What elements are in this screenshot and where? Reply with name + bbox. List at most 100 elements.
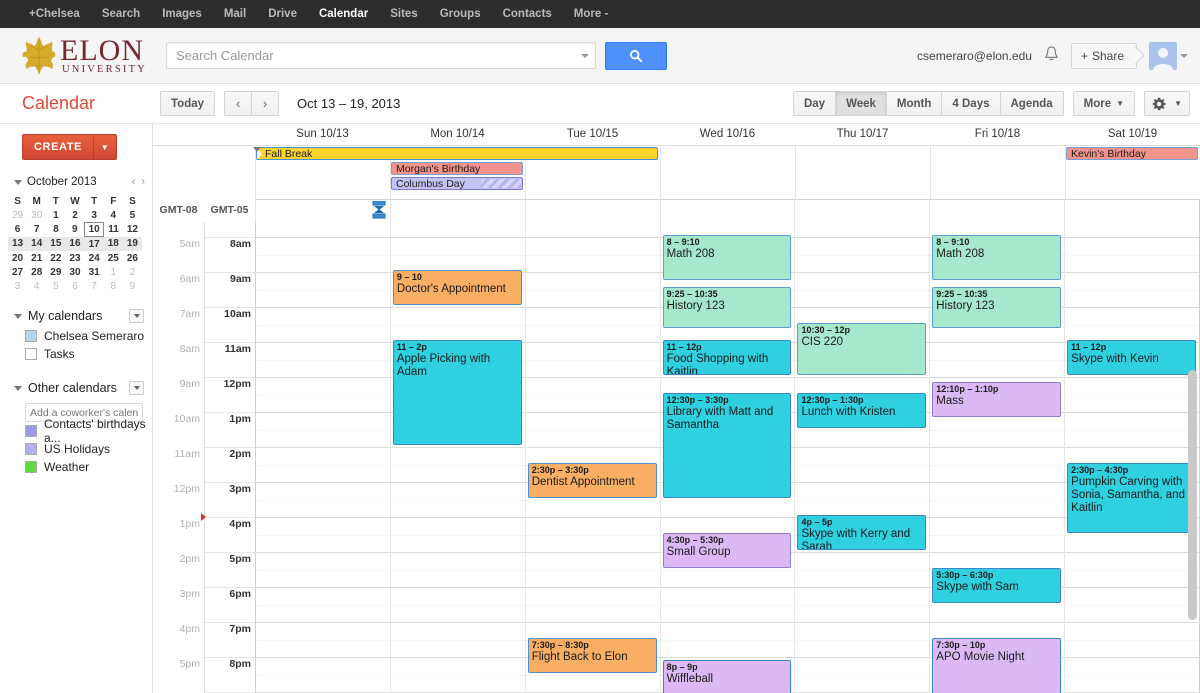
mini-cal-day[interactable]: 2 [123, 265, 142, 279]
mini-cal-day[interactable]: 6 [8, 223, 27, 237]
mini-cal-day[interactable]: 7 [27, 223, 46, 237]
mini-cal-day[interactable]: 6 [65, 279, 84, 293]
gnav-item-mail[interactable]: Mail [213, 0, 257, 28]
share-button[interactable]: + Share [1070, 43, 1145, 69]
mini-cal-day[interactable]: 13 [8, 236, 28, 251]
mini-cal-day[interactable]: 3 [85, 208, 104, 223]
calendar-event[interactable]: 2:30p – 3:30p Dentist Appointment [527, 463, 657, 498]
all-day-event[interactable]: Kevin's Birthday [1066, 147, 1198, 160]
search-button[interactable] [605, 41, 667, 70]
mini-cal-day[interactable]: 29 [8, 208, 27, 223]
calendar-event[interactable]: 12:30p – 1:30p Lunch with Kristen [797, 393, 927, 428]
all-day-event[interactable]: Morgan's Birthday [391, 162, 523, 175]
gnav-item-images[interactable]: Images [151, 0, 213, 28]
mini-cal-day[interactable]: 21 [27, 251, 46, 265]
mini-cal-day[interactable]: 29 [46, 265, 65, 279]
avatar[interactable] [1149, 42, 1177, 70]
gnav-item-search[interactable]: Search [91, 0, 151, 28]
all-day-resize-handle[interactable] [372, 200, 386, 219]
mini-cal-day[interactable]: 23 [65, 251, 84, 265]
calendar-color-swatch[interactable] [25, 425, 37, 437]
next-week-button[interactable]: › [251, 91, 280, 116]
gnav-item-contacts[interactable]: Contacts [492, 0, 563, 28]
avatar-caret-icon[interactable] [1180, 54, 1188, 58]
view-button-week[interactable]: Week [835, 91, 887, 116]
prev-week-button[interactable]: ‹ [224, 91, 253, 116]
calendar-event[interactable]: 4p – 5p Skype with Kerry and Sarah [797, 515, 927, 550]
calendar-event[interactable]: 11 – 12p Food Shopping with Kaitlin [662, 340, 792, 375]
calendar-event[interactable]: 11 – 12p Skype with Kevin [1067, 340, 1197, 375]
vertical-scrollbar[interactable] [1188, 370, 1197, 620]
calendar-color-swatch[interactable] [25, 443, 37, 455]
mini-cal-day[interactable]: 30 [65, 265, 84, 279]
day-column-0[interactable] [255, 222, 390, 693]
other-calendar-contacts-birthdays-a[interactable]: Contacts' birthdays a... [0, 417, 152, 445]
view-button-agenda[interactable]: Agenda [999, 91, 1064, 116]
mini-cal-day[interactable]: 8 [104, 279, 123, 293]
gnav-item-chelsea[interactable]: +Chelsea [18, 0, 91, 28]
mini-cal-day[interactable]: 20 [8, 251, 27, 265]
settings-button[interactable]: ▼ [1144, 91, 1190, 116]
all-day-collapse-icon[interactable] [253, 147, 261, 152]
search-box[interactable] [166, 42, 596, 69]
my-calendar-chelsea-semeraro[interactable]: Chelsea Semeraro [0, 327, 152, 345]
more-views-button[interactable]: More ▼ [1072, 91, 1136, 116]
gnav-item-drive[interactable]: Drive [257, 0, 308, 28]
day-header-3[interactable]: Wed 10/16 [660, 124, 795, 145]
mini-cal-day[interactable]: 11 [104, 223, 123, 237]
my-calendars-options-button[interactable] [129, 309, 144, 323]
day-header-1[interactable]: Mon 10/14 [390, 124, 525, 145]
mini-cal-day[interactable]: 22 [46, 251, 65, 265]
calendar-event[interactable]: 9 – 10 Doctor's Appointment [392, 270, 522, 305]
mini-cal-day[interactable]: 30 [27, 208, 46, 223]
mini-cal-day[interactable]: 3 [8, 279, 27, 293]
calendar-event[interactable]: 7:30p – 8:30p Flight Back to Elon [527, 638, 657, 673]
gnav-item-groups[interactable]: Groups [429, 0, 492, 28]
mini-cal-day[interactable]: 25 [104, 251, 123, 265]
calendar-event[interactable]: 11 – 2p Apple Picking with Adam [392, 340, 522, 445]
calendar-event[interactable]: 2:30p – 4:30p Pumpkin Carving with Sonia,… [1067, 463, 1197, 533]
view-button-4days[interactable]: 4 Days [941, 91, 1001, 116]
create-event-button[interactable]: CREATE ▼ [22, 134, 117, 160]
mini-cal-day[interactable]: 28 [27, 265, 46, 279]
search-options-caret-icon[interactable] [581, 53, 589, 58]
calendar-event[interactable]: 12:30p – 3:30p Library with Matt and Sama… [662, 393, 792, 498]
mini-cal-day[interactable]: 5 [123, 208, 142, 223]
mini-calendar-next[interactable]: › [138, 176, 148, 188]
calendar-event[interactable]: 8 – 9:10 Math 208 [932, 235, 1062, 280]
avatar-menu[interactable] [1149, 42, 1188, 70]
day-column-4[interactable]: 10:30 – 12p CIS 220 12:30p – 1:30p Lunch wi… [794, 222, 930, 693]
create-caret-icon[interactable]: ▼ [94, 143, 116, 152]
mini-cal-day[interactable]: 16 [65, 236, 85, 251]
account-email[interactable]: csemeraro@elon.edu [917, 49, 1032, 63]
my-calendars-collapse-icon[interactable] [14, 313, 22, 319]
all-day-event[interactable]: Fall Break [256, 147, 658, 160]
mini-cal-day[interactable]: 24 [85, 251, 104, 265]
mini-cal-day[interactable]: 19 [122, 236, 142, 251]
view-button-month[interactable]: Month [885, 91, 943, 116]
other-calendar-weather[interactable]: Weather [0, 458, 152, 476]
day-column-5[interactable]: 8 – 9:10 Math 208 9:25 – 10:35 History 123 1… [929, 222, 1065, 693]
mini-cal-day[interactable]: 10 [84, 222, 105, 237]
mini-cal-day[interactable]: 8 [46, 223, 65, 237]
mini-cal-day[interactable]: 31 [85, 265, 104, 279]
search-input[interactable] [176, 48, 581, 63]
day-header-5[interactable]: Fri 10/18 [930, 124, 1065, 145]
time-grid-scroll-area[interactable]: 5am 6am 7am 8am 9am 10am 11am 12pm 1pm 2pm 3pm 4pm 5… [153, 222, 1200, 693]
all-day-column-4[interactable] [795, 146, 930, 200]
calendar-event[interactable]: 8p – 9p Wiffleball [662, 660, 792, 693]
other-calendars-collapse-icon[interactable] [14, 385, 22, 391]
day-header-4[interactable]: Thu 10/17 [795, 124, 930, 145]
my-calendar-tasks[interactable]: Tasks [0, 345, 152, 363]
day-column-2[interactable]: 2:30p – 3:30p Dentist Appointment 7:30p – … [524, 222, 660, 693]
calendar-event[interactable]: 9:25 – 10:35 History 123 [662, 287, 792, 328]
calendar-color-swatch[interactable] [25, 330, 37, 342]
mini-cal-day[interactable]: 14 [27, 236, 47, 251]
view-button-day[interactable]: Day [792, 91, 837, 116]
mini-calendar-prev[interactable]: ‹ [129, 176, 139, 188]
mini-cal-day[interactable]: 9 [65, 223, 84, 237]
day-column-6[interactable]: 11 – 12p Skype with Kevin 2:30p – 4:30p Pum… [1064, 222, 1200, 693]
mini-cal-day[interactable]: 26 [123, 251, 142, 265]
calendar-color-swatch[interactable] [25, 461, 37, 473]
mini-cal-day[interactable]: 18 [103, 236, 123, 251]
